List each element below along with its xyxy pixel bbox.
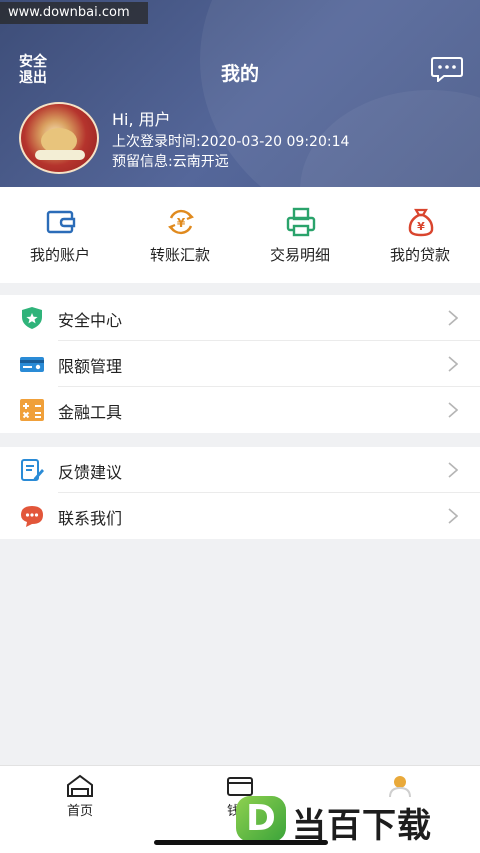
menu-item-financial-tools[interactable]: 金融工具 (0, 387, 480, 433)
chevron-right-icon (448, 356, 458, 372)
transfer-icon: ¥ (168, 209, 194, 235)
chevron-right-icon (448, 310, 458, 326)
watermark: www.downbai.com (0, 2, 148, 24)
menu-item-label: 限额管理 (58, 357, 123, 376)
brand-logo: D (236, 796, 286, 842)
quick-actions: 我的账户 ¥ 转账汇款 交易明细 ¥ 我的贷款 (0, 187, 480, 283)
menu-item-label: 反馈建议 (58, 463, 123, 482)
wallet-icon (227, 777, 253, 796)
svg-text:¥: ¥ (177, 216, 186, 230)
tab-home[interactable]: 首页 (40, 774, 120, 819)
calculator-icon (20, 399, 44, 421)
avatar[interactable] (19, 102, 99, 174)
menu-group-security: 安全中心 限额管理 金融工具 (0, 295, 480, 433)
menu-item-security-center[interactable]: 安全中心 (0, 295, 480, 341)
menu-item-label: 金融工具 (58, 403, 123, 422)
card-icon (20, 357, 44, 372)
quick-action-label: 我的账户 (29, 246, 90, 264)
menu-item-label: 安全中心 (58, 311, 123, 330)
menu-item-contact-us[interactable]: 联系我们 (0, 493, 480, 539)
menu-item-label: 联系我们 (58, 509, 123, 528)
reserved-info-text: 预留信息:云南开远 (112, 154, 229, 170)
message-icon[interactable] (430, 56, 464, 82)
quick-action-transfer[interactable]: ¥ 转账汇款 (120, 187, 240, 283)
shield-icon (22, 307, 42, 329)
tab-profile[interactable] (360, 774, 440, 798)
menu-item-limit-management[interactable]: 限额管理 (0, 341, 480, 387)
chevron-right-icon (448, 462, 458, 478)
user-icon (389, 776, 411, 798)
quick-action-label: 我的贷款 (389, 246, 450, 264)
quick-action-label: 转账汇款 (149, 246, 210, 264)
wallet-icon (46, 210, 76, 234)
menu-item-feedback[interactable]: 反馈建议 (0, 447, 480, 493)
quick-action-my-account[interactable]: 我的账户 (0, 187, 120, 283)
profile-header: www.downbai.com 安全退出 我的 Hi, 用户 上次登录时间:20… (0, 0, 480, 187)
svg-text:¥: ¥ (417, 220, 425, 233)
page-title: 我的 (220, 63, 259, 85)
quick-action-loans[interactable]: ¥ 我的贷款 (360, 187, 480, 283)
tab-label: 首页 (66, 804, 93, 819)
quick-action-label: 交易明细 (269, 246, 330, 264)
chat-icon (21, 506, 43, 527)
avatar-decoration (35, 150, 85, 160)
menu-group-support: 反馈建议 联系我们 (0, 447, 480, 539)
money-bag-icon: ¥ (408, 208, 434, 237)
brand-watermark: D 当百下载 (236, 796, 476, 846)
chevron-right-icon (448, 508, 458, 524)
chevron-right-icon (448, 402, 458, 418)
last-login-text: 上次登录时间:2020-03-20 09:20:14 (112, 134, 350, 150)
printer-icon (286, 207, 316, 237)
greeting-text: Hi, 用户 (112, 110, 171, 129)
home-indicator (154, 840, 328, 845)
home-icon (67, 774, 93, 797)
feedback-icon (21, 459, 44, 481)
quick-action-transactions[interactable]: 交易明细 (240, 187, 360, 283)
